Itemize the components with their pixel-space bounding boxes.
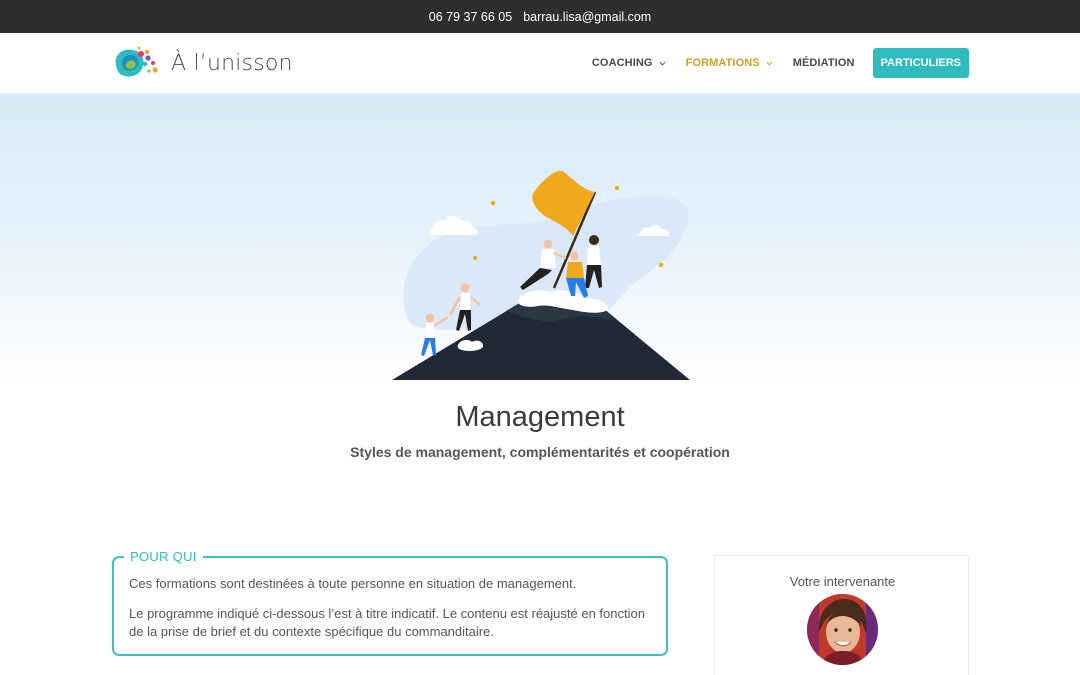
site-header: À l’unisson COACHING FORMATIONS MÉDIATIO… [0, 33, 1080, 94]
hero-section: Management Styles de management, complém… [0, 94, 1080, 514]
nav-item-formations[interactable]: FORMATIONS [686, 57, 773, 69]
email-link[interactable]: barrau.lisa@gmail.com [523, 10, 651, 24]
site-logo[interactable]: À l’unisson [112, 45, 293, 81]
main-nav: COACHING FORMATIONS MÉDIATION PARTICULIE… [572, 48, 969, 78]
chevron-down-icon [659, 61, 666, 65]
nav-item-label: MÉDIATION [792, 57, 855, 69]
phone-link[interactable]: 06 79 37 66 05 [429, 10, 512, 24]
chevron-down-icon [766, 61, 773, 65]
pour-qui-paragraph: Ces formations sont destinées à toute pe… [129, 576, 577, 591]
intervenante-title: Votre intervenante [789, 574, 896, 589]
nav-item-mediation[interactable]: MÉDIATION [793, 57, 855, 69]
intervenante-card: Votre intervenante [714, 555, 969, 675]
top-contact-bar: 06 79 37 66 05 barrau.lisa@gmail.com [0, 0, 1080, 33]
page-subtitle: Styles de management, complémentarités e… [350, 444, 730, 460]
nav-item-label: COACHING [591, 57, 653, 69]
pour-qui-paragraph-note: Le programme indiqué ci-dessous l’est à … [129, 606, 645, 639]
pour-qui-legend: POUR QUI [124, 549, 203, 564]
avatar [807, 594, 878, 665]
mountain-team-illustration [392, 170, 690, 380]
logo-text: À l’unisson [171, 50, 293, 76]
particuliers-button[interactable]: PARTICULIERS [872, 48, 969, 78]
logo-mark-icon [115, 46, 158, 77]
page-title: Management [455, 401, 625, 433]
pour-qui-box: POUR QUI Ces formations sont destinées à… [112, 549, 668, 656]
nav-item-coaching[interactable]: COACHING [592, 57, 666, 69]
avatar-portrait-icon [807, 594, 878, 665]
nav-item-label: FORMATIONS [685, 57, 760, 69]
